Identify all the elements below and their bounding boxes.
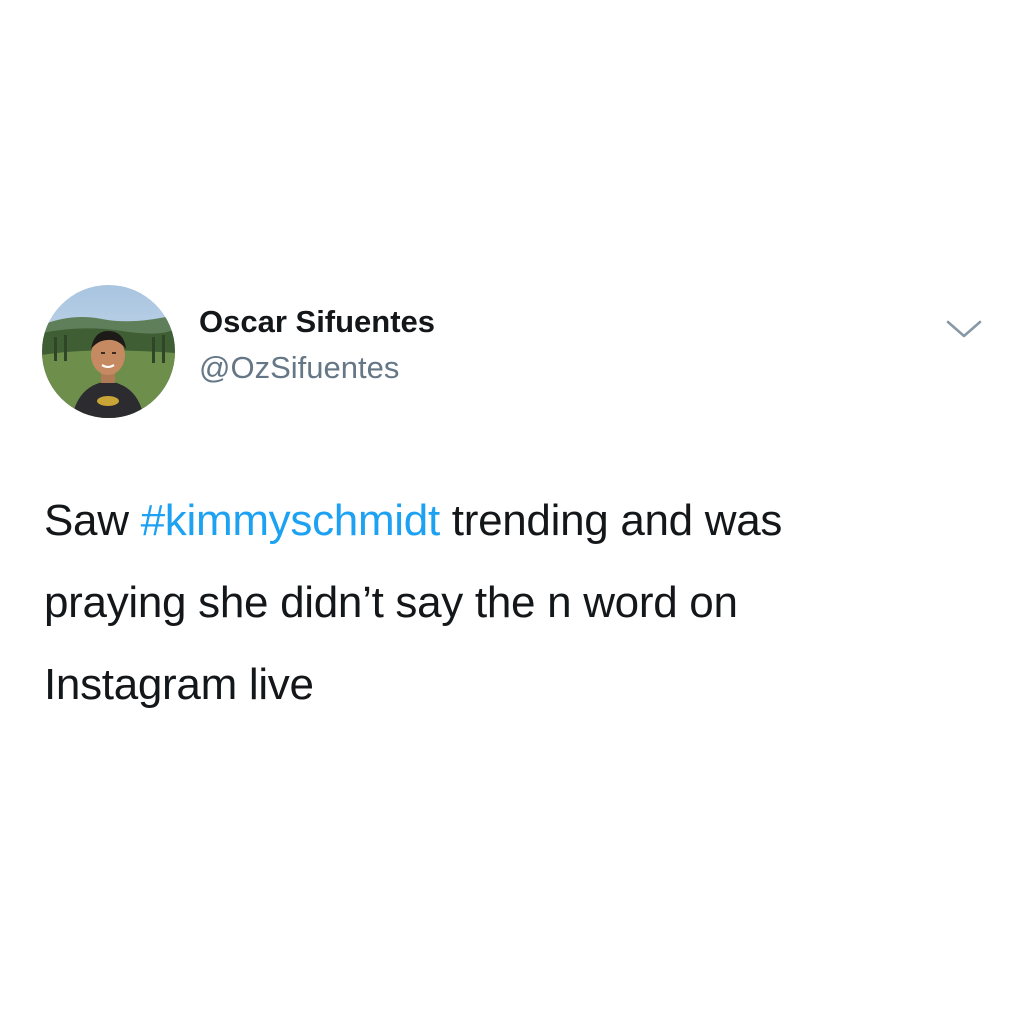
tweet-text-line-3: Instagram live	[44, 660, 314, 709]
author-display-name[interactable]: Oscar Sifuentes	[199, 304, 435, 340]
tweet-text-segment: trending and was	[439, 496, 783, 545]
tweet-card: Oscar Sifuentes @OzSifuentes Saw #kimmys…	[0, 0, 1024, 1024]
tweet-text: Saw #kimmyschmidt trending and was prayi…	[44, 480, 994, 726]
chevron-down-icon[interactable]	[942, 316, 986, 344]
hashtag-link[interactable]: #kimmyschmidt	[141, 496, 441, 545]
tweet-text-segment: Saw	[44, 496, 141, 545]
tweet-text-line-1: Saw #kimmyschmidt trending and was	[44, 480, 994, 562]
author-handle[interactable]: @OzSifuentes	[199, 350, 399, 386]
avatar[interactable]	[42, 285, 175, 418]
tweet-text-line-2: praying she didn’t say the n word on	[44, 578, 738, 627]
